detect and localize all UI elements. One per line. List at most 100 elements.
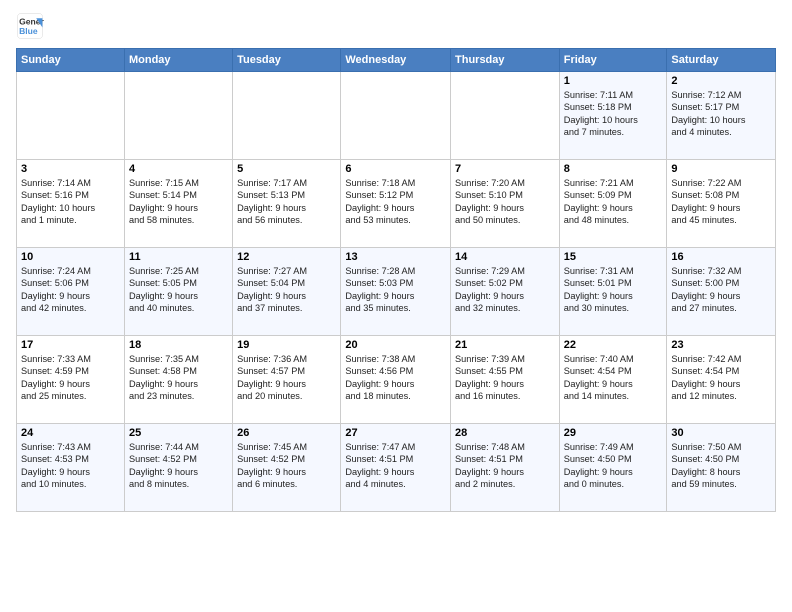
day-cell-15: 15 Sunrise: 7:31 AM Sunset: 5:01 PM Dayli… — [559, 248, 667, 336]
day-info: Sunrise: 7:11 AM Sunset: 5:18 PM Dayligh… — [564, 89, 663, 139]
day-cell-20: 20 Sunrise: 7:38 AM Sunset: 4:56 PM Dayli… — [341, 336, 451, 424]
day-cell-13: 13 Sunrise: 7:28 AM Sunset: 5:03 PM Dayli… — [341, 248, 451, 336]
day-cell-19: 19 Sunrise: 7:36 AM Sunset: 4:57 PM Dayli… — [233, 336, 341, 424]
week-row-4: 17 Sunrise: 7:33 AM Sunset: 4:59 PM Dayli… — [17, 336, 776, 424]
week-row-3: 10 Sunrise: 7:24 AM Sunset: 5:06 PM Dayli… — [17, 248, 776, 336]
week-row-1: 1 Sunrise: 7:11 AM Sunset: 5:18 PM Daylig… — [17, 72, 776, 160]
day-cell-5: 5 Sunrise: 7:17 AM Sunset: 5:13 PM Daylig… — [233, 160, 341, 248]
day-info: Sunrise: 7:47 AM Sunset: 4:51 PM Dayligh… — [345, 441, 446, 491]
day-info: Sunrise: 7:40 AM Sunset: 4:54 PM Dayligh… — [564, 353, 663, 403]
day-number: 24 — [21, 427, 120, 439]
day-cell-24: 24 Sunrise: 7:43 AM Sunset: 4:53 PM Dayli… — [17, 424, 125, 512]
day-info: Sunrise: 7:39 AM Sunset: 4:55 PM Dayligh… — [455, 353, 555, 403]
logo-icon: General Blue — [16, 12, 44, 40]
day-cell-28: 28Sunrise: 7:48 AM Sunset: 4:51 PM Dayli… — [451, 424, 560, 512]
weekday-header-row: SundayMondayTuesdayWednesdayThursdayFrid… — [17, 49, 776, 72]
day-cell-26: 26Sunrise: 7:45 AM Sunset: 4:52 PM Dayli… — [233, 424, 341, 512]
empty-cell — [451, 72, 560, 160]
day-cell-2: 2 Sunrise: 7:12 AM Sunset: 5:17 PM Daylig… — [667, 72, 776, 160]
day-info: Sunrise: 7:42 AM Sunset: 4:54 PM Dayligh… — [671, 353, 771, 403]
day-number: 15 — [564, 251, 663, 263]
day-number: 13 — [345, 251, 446, 263]
day-info: Sunrise: 7:45 AM Sunset: 4:52 PM Dayligh… — [237, 441, 336, 491]
day-number: 18 — [129, 339, 228, 351]
day-number: 3 — [21, 163, 120, 175]
day-info: Sunrise: 7:28 AM Sunset: 5:03 PM Dayligh… — [345, 265, 446, 315]
day-number: 1 — [564, 75, 663, 87]
day-info: Sunrise: 7:18 AM Sunset: 5:12 PM Dayligh… — [345, 177, 446, 227]
day-number: 20 — [345, 339, 446, 351]
weekday-header-thursday: Thursday — [451, 49, 560, 72]
day-info: Sunrise: 7:21 AM Sunset: 5:09 PM Dayligh… — [564, 177, 663, 227]
day-info: Sunrise: 7:43 AM Sunset: 4:53 PM Dayligh… — [21, 441, 120, 491]
day-number: 6 — [345, 163, 446, 175]
day-number: 17 — [21, 339, 120, 351]
day-number: 21 — [455, 339, 555, 351]
day-cell-18: 18 Sunrise: 7:35 AM Sunset: 4:58 PM Dayli… — [124, 336, 232, 424]
day-info: Sunrise: 7:35 AM Sunset: 4:58 PM Dayligh… — [129, 353, 228, 403]
day-cell-27: 27 Sunrise: 7:47 AM Sunset: 4:51 PM Dayli… — [341, 424, 451, 512]
day-cell-30: 30 Sunrise: 7:50 AM Sunset: 4:50 PM Dayli… — [667, 424, 776, 512]
day-info: Sunrise: 7:20 AM Sunset: 5:10 PM Dayligh… — [455, 177, 555, 227]
day-info: Sunrise: 7:14 AM Sunset: 5:16 PM Dayligh… — [21, 177, 120, 227]
day-info: Sunrise: 7:36 AM Sunset: 4:57 PM Dayligh… — [237, 353, 336, 403]
day-number: 30 — [671, 427, 771, 439]
empty-cell — [124, 72, 232, 160]
day-cell-9: 9 Sunrise: 7:22 AM Sunset: 5:08 PM Daylig… — [667, 160, 776, 248]
logo: General Blue — [16, 12, 48, 40]
day-number: 27 — [345, 427, 446, 439]
day-cell-6: 6 Sunrise: 7:18 AM Sunset: 5:12 PM Daylig… — [341, 160, 451, 248]
day-info: Sunrise: 7:32 AM Sunset: 5:00 PM Dayligh… — [671, 265, 771, 315]
day-info: Sunrise: 7:49 AM Sunset: 4:50 PM Dayligh… — [564, 441, 663, 491]
day-cell-10: 10 Sunrise: 7:24 AM Sunset: 5:06 PM Dayli… — [17, 248, 125, 336]
day-info: Sunrise: 7:17 AM Sunset: 5:13 PM Dayligh… — [237, 177, 336, 227]
day-number: 11 — [129, 251, 228, 263]
day-info: Sunrise: 7:24 AM Sunset: 5:06 PM Dayligh… — [21, 265, 120, 315]
weekday-header-wednesday: Wednesday — [341, 49, 451, 72]
day-info: Sunrise: 7:25 AM Sunset: 5:05 PM Dayligh… — [129, 265, 228, 315]
empty-cell — [17, 72, 125, 160]
day-number: 10 — [21, 251, 120, 263]
day-cell-14: 14Sunrise: 7:29 AM Sunset: 5:02 PM Dayli… — [451, 248, 560, 336]
day-info: Sunrise: 7:27 AM Sunset: 5:04 PM Dayligh… — [237, 265, 336, 315]
day-cell-23: 23Sunrise: 7:42 AM Sunset: 4:54 PM Dayli… — [667, 336, 776, 424]
day-cell-3: 3 Sunrise: 7:14 AM Sunset: 5:16 PM Daylig… — [17, 160, 125, 248]
day-info: Sunrise: 7:22 AM Sunset: 5:08 PM Dayligh… — [671, 177, 771, 227]
weekday-header-tuesday: Tuesday — [233, 49, 341, 72]
day-info: Sunrise: 7:31 AM Sunset: 5:01 PM Dayligh… — [564, 265, 663, 315]
day-number: 16 — [671, 251, 771, 263]
day-cell-8: 8 Sunrise: 7:21 AM Sunset: 5:09 PM Daylig… — [559, 160, 667, 248]
day-number: 4 — [129, 163, 228, 175]
day-cell-25: 25 Sunrise: 7:44 AM Sunset: 4:52 PM Dayli… — [124, 424, 232, 512]
day-info: Sunrise: 7:33 AM Sunset: 4:59 PM Dayligh… — [21, 353, 120, 403]
day-cell-11: 11 Sunrise: 7:25 AM Sunset: 5:05 PM Dayli… — [124, 248, 232, 336]
day-info: Sunrise: 7:50 AM Sunset: 4:50 PM Dayligh… — [671, 441, 771, 491]
day-number: 8 — [564, 163, 663, 175]
day-number: 9 — [671, 163, 771, 175]
week-row-5: 24 Sunrise: 7:43 AM Sunset: 4:53 PM Dayli… — [17, 424, 776, 512]
day-info: Sunrise: 7:12 AM Sunset: 5:17 PM Dayligh… — [671, 89, 771, 139]
day-info: Sunrise: 7:44 AM Sunset: 4:52 PM Dayligh… — [129, 441, 228, 491]
week-row-2: 3 Sunrise: 7:14 AM Sunset: 5:16 PM Daylig… — [17, 160, 776, 248]
day-number: 29 — [564, 427, 663, 439]
weekday-header-monday: Monday — [124, 49, 232, 72]
day-number: 19 — [237, 339, 336, 351]
day-number: 22 — [564, 339, 663, 351]
svg-text:Blue: Blue — [19, 26, 38, 36]
day-number: 2 — [671, 75, 771, 87]
empty-cell — [341, 72, 451, 160]
day-number: 7 — [455, 163, 555, 175]
day-cell-12: 12Sunrise: 7:27 AM Sunset: 5:04 PM Dayli… — [233, 248, 341, 336]
day-number: 14 — [455, 251, 555, 263]
day-cell-22: 22 Sunrise: 7:40 AM Sunset: 4:54 PM Dayli… — [559, 336, 667, 424]
empty-cell — [233, 72, 341, 160]
day-info: Sunrise: 7:48 AM Sunset: 4:51 PM Dayligh… — [455, 441, 555, 491]
day-cell-16: 16 Sunrise: 7:32 AM Sunset: 5:00 PM Dayli… — [667, 248, 776, 336]
day-cell-4: 4 Sunrise: 7:15 AM Sunset: 5:14 PM Daylig… — [124, 160, 232, 248]
day-number: 25 — [129, 427, 228, 439]
day-cell-29: 29 Sunrise: 7:49 AM Sunset: 4:50 PM Dayli… — [559, 424, 667, 512]
day-cell-21: 21 Sunrise: 7:39 AM Sunset: 4:55 PM Dayli… — [451, 336, 560, 424]
day-info: Sunrise: 7:38 AM Sunset: 4:56 PM Dayligh… — [345, 353, 446, 403]
day-info: Sunrise: 7:15 AM Sunset: 5:14 PM Dayligh… — [129, 177, 228, 227]
day-number: 5 — [237, 163, 336, 175]
